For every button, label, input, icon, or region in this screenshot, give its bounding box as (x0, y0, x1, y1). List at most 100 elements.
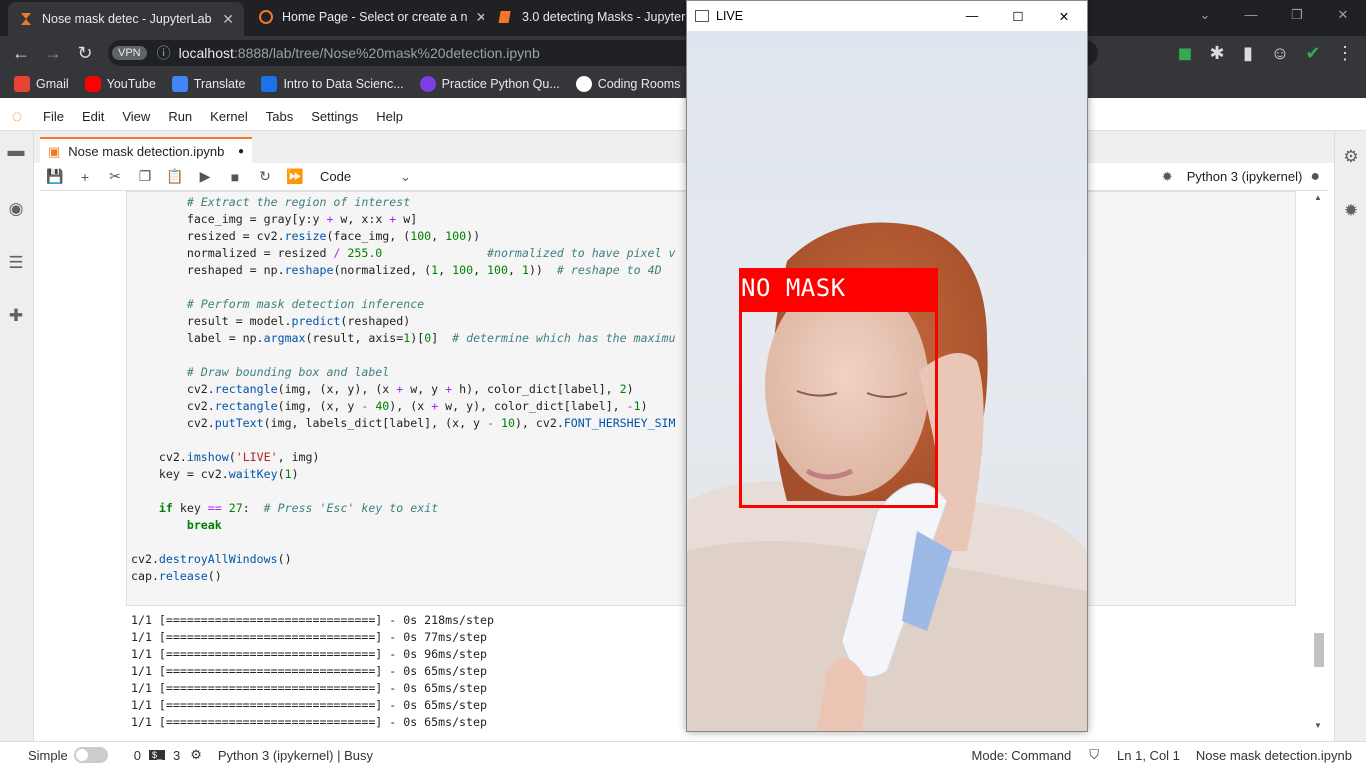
output-line: 1/1 [==============================] - 0… (131, 613, 494, 627)
output-line: 1/1 [==============================] - 0… (131, 681, 487, 695)
status-bar: Simple 0 $_ 3 ⚙ Python 3 (ipykernel) | B… (0, 741, 1366, 768)
cut-icon[interactable]: ✂ (100, 168, 130, 185)
run-all-icon[interactable]: ⏩ (280, 168, 310, 185)
forward-icon[interactable]: → (38, 36, 68, 70)
gmail-icon (14, 76, 30, 92)
bookmark-youtube[interactable]: YouTube (77, 76, 164, 92)
kernel-status[interactable]: Python 3 (ipykernel) | Busy (218, 748, 373, 763)
notebook-tab[interactable]: ▣ Nose mask detection.ipynb ● (40, 137, 252, 164)
webcam-frame: NO MASK (687, 31, 1087, 731)
security-extension-icon[interactable]: ✔ (1298, 36, 1328, 70)
code-editor[interactable]: # Extract the region of interest face_im… (131, 194, 676, 585)
youtube-icon (84, 76, 101, 92)
copy-icon[interactable]: ❐ (130, 168, 160, 185)
property-inspector-icon[interactable]: ⚙ (1335, 147, 1366, 167)
bug-icon[interactable]: ✹ (1162, 169, 1173, 185)
face-bounding-box (739, 309, 938, 508)
cell-type-select[interactable]: Code (320, 169, 400, 184)
restart-icon[interactable]: ↻ (250, 168, 280, 185)
stop-icon[interactable]: ■ (220, 169, 250, 185)
notebook-favicon-icon (498, 9, 514, 25)
left-sidebar: ▬ ◉ ☰ ✚ (0, 131, 34, 741)
menu-help[interactable]: Help (367, 109, 412, 124)
menu-view[interactable]: View (113, 109, 159, 124)
extensions-icon[interactable]: ✱ (1202, 36, 1232, 70)
output-line: 1/1 [==============================] - 0… (131, 630, 487, 644)
menu-run[interactable]: Run (159, 109, 201, 124)
extension-lock-icon[interactable]: ◼ (1170, 36, 1200, 70)
toc-icon[interactable]: ☰ (0, 253, 32, 273)
coding-rooms-icon (575, 76, 592, 92)
bookmark-translate[interactable]: Translate (164, 76, 254, 92)
detection-label: NO MASK (739, 268, 938, 309)
minimize-icon[interactable]: — (1228, 0, 1274, 30)
reload-icon[interactable]: ↻ (70, 36, 100, 70)
menu-edit[interactable]: Edit (73, 109, 113, 124)
profile-icon[interactable]: ☺ (1265, 36, 1295, 70)
live-window-title: LIVE (716, 9, 744, 23)
extension-manager-icon[interactable]: ✚ (0, 306, 32, 326)
right-sidebar: ⚙ ✹ (1334, 131, 1366, 741)
close-icon[interactable]: ✕ (1041, 9, 1087, 24)
live-window[interactable]: LIVE — ☐ ✕ NO MASK (686, 0, 1088, 732)
output-line: 1/1 [==============================] - 0… (131, 715, 487, 729)
kernel-settings-icon[interactable]: ⚙ (190, 747, 202, 763)
url-host: localhost (178, 45, 234, 61)
simple-mode-label: Simple (28, 747, 68, 763)
bookmark-gmail[interactable]: Gmail (6, 76, 77, 92)
scroll-up-icon[interactable]: ▲ (1314, 193, 1322, 202)
browser-tab-strip: Nose mask detec - JupyterLab ✕ Home Page… (0, 0, 1366, 36)
simple-mode-toggle[interactable] (73, 747, 108, 763)
tab-search-icon[interactable]: ⌄ (1182, 0, 1228, 30)
menu-settings[interactable]: Settings (302, 109, 367, 124)
notebook-scrollbar[interactable]: ▲ ▼ (1312, 191, 1326, 736)
save-icon[interactable]: 💾 (40, 168, 70, 185)
side-panel-icon[interactable]: ▮ (1233, 36, 1263, 70)
notebook-icon: ▣ (48, 143, 61, 159)
minimize-icon[interactable]: — (949, 9, 995, 23)
status-filename: Nose mask detection.ipynb (1195, 747, 1352, 763)
browser-tab-detecting-masks[interactable]: 3.0 detecting Masks - Jupyter N (488, 0, 688, 34)
jupyter-favicon-icon (258, 9, 274, 25)
browser-tab-home[interactable]: Home Page - Select or create a n ✕ (248, 0, 484, 34)
close-icon[interactable]: ✕ (1320, 0, 1366, 30)
info-icon[interactable]: ⓘ (157, 43, 171, 63)
restore-icon[interactable]: ❐ (1274, 0, 1320, 30)
close-tab-icon[interactable]: ✕ (222, 11, 234, 28)
site-icon (419, 76, 436, 92)
browser-tab-jupyterlab[interactable]: Nose mask detec - JupyterLab ✕ (8, 2, 244, 36)
vpn-badge[interactable]: VPN (112, 46, 147, 60)
trust-shield-icon[interactable]: ⛉ (1089, 747, 1099, 763)
terminal-icon[interactable]: $_ (148, 750, 165, 760)
mode-indicator: Mode: Command (971, 747, 1072, 763)
running-icon[interactable]: ◉ (0, 199, 32, 219)
chevron-down-icon[interactable]: ⌄ (400, 169, 411, 185)
notebook-toolbar: 💾 + ✂ ❐ 📋 ▶ ■ ↻ ⏩ Code ⌄ ✹ Python 3 (ipy… (40, 163, 1328, 191)
menu-tabs[interactable]: Tabs (257, 109, 302, 124)
scrollbar-thumb[interactable] (1314, 633, 1324, 667)
run-icon[interactable]: ▶ (190, 168, 220, 185)
paste-icon[interactable]: 📋 (160, 168, 190, 185)
bookmark-practice-python[interactable]: Practice Python Qu... (412, 76, 568, 92)
menu-file[interactable]: File (34, 109, 73, 124)
menu-icon[interactable]: ⋮ (1330, 36, 1360, 70)
kernel-name[interactable]: Python 3 (ipykernel) (1187, 169, 1303, 184)
debugger-icon[interactable]: ✹ (1335, 201, 1366, 221)
maximize-icon[interactable]: ☐ (995, 9, 1041, 24)
output-line: 1/1 [==============================] - 0… (131, 647, 487, 661)
translate-icon (171, 76, 188, 92)
cursor-position[interactable]: Ln 1, Col 1 (1117, 748, 1180, 763)
scroll-down-icon[interactable]: ▼ (1314, 721, 1322, 730)
add-cell-icon[interactable]: + (70, 169, 100, 185)
close-tab-icon[interactable]: ✕ (476, 9, 484, 26)
back-icon[interactable]: ← (6, 36, 36, 70)
folder-icon[interactable]: ▬ (0, 141, 32, 161)
notebook-tab-title: Nose mask detection.ipynb (68, 144, 225, 159)
unsaved-dot-icon[interactable]: ● (238, 146, 244, 157)
bookmark-coding-rooms[interactable]: Coding Rooms (568, 76, 689, 92)
browser-window-controls: ⌄ — ❐ ✕ (1182, 0, 1366, 30)
live-window-titlebar[interactable]: LIVE — ☐ ✕ (687, 1, 1087, 31)
menu-kernel[interactable]: Kernel (201, 109, 257, 124)
tab-title: 3.0 detecting Masks - Jupyter N (522, 10, 688, 24)
bookmark-intro-data-science[interactable]: Intro to Data Scienc... (253, 76, 411, 92)
